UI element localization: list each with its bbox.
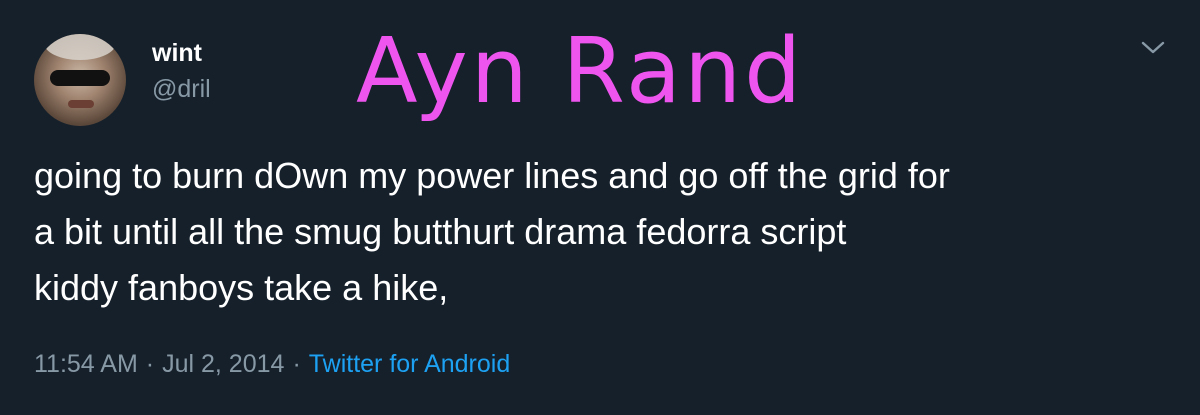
tweet-time[interactable]: 11:54 AM [34, 350, 138, 378]
overlay-caption: Ayn Rand [356, 19, 805, 124]
tweet-source-link[interactable]: Twitter for Android [309, 350, 510, 378]
author-handle[interactable]: @dril [152, 74, 211, 104]
avatar-mouth [68, 100, 94, 108]
chevron-down-icon[interactable] [1138, 34, 1168, 60]
author-avatar[interactable] [34, 34, 126, 126]
author-display-name[interactable]: wint [152, 38, 202, 68]
tweet-metadata: 11:54 AM · Jul 2, 2014 · Twitter for Android [34, 348, 510, 380]
tweet-text: going to burn dOwn my power lines and go… [34, 155, 950, 308]
tweet-date[interactable]: Jul 2, 2014 [162, 350, 284, 378]
avatar-sunglasses [50, 70, 110, 86]
avatar-hair [44, 34, 116, 60]
tweet-card: wint @dril Ayn Rand going to burn dOwn m… [0, 0, 1200, 415]
separator-dot: · [145, 350, 155, 378]
separator-dot: · [292, 350, 301, 378]
